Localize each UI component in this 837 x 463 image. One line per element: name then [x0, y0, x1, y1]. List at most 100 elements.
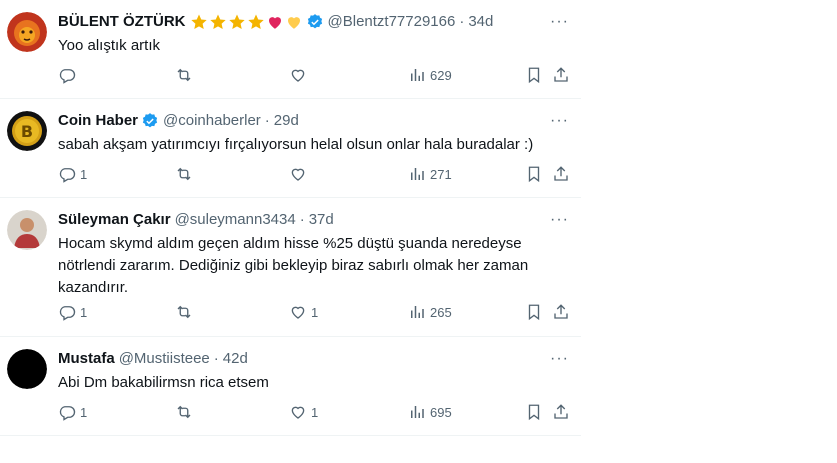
tweet-header: Mustafa @Mustiisteee · 42d ··· [58, 349, 571, 369]
reply-button[interactable] [58, 66, 80, 84]
tweet[interactable]: B Coin Haber @coinhaberler · 29d ··· sab… [0, 99, 581, 198]
tweet-text: Yoo alıştık artık [58, 37, 160, 54]
repost-icon [177, 305, 191, 319]
tweet-text: sabah akşam yatırımcıyı fırçalıyorsun he… [58, 136, 534, 153]
separator-dot: · [459, 13, 465, 30]
share-icon [554, 404, 568, 419]
reply-icon [59, 69, 76, 84]
repost-button[interactable] [175, 303, 197, 321]
svg-text:B: B [21, 122, 33, 141]
verified-badge-icon[interactable] [306, 13, 324, 31]
views-button[interactable]: 265 [408, 303, 452, 321]
repost-button[interactable] [175, 165, 197, 183]
views-button[interactable]: 695 [408, 403, 452, 421]
author-handle[interactable]: @Mustiisteee [119, 349, 210, 369]
star-icon [247, 14, 264, 30]
tweet-text: Hocam skymd aldım geçen aldım hisse %25 … [58, 235, 529, 296]
reply-count: 1 [80, 404, 88, 420]
author-name[interactable]: BÜLENT ÖZTÜRK [58, 12, 186, 32]
bookmark-button[interactable] [525, 66, 543, 84]
share-button[interactable] [552, 303, 570, 321]
tweet[interactable]: BÜLENT ÖZTÜRK @Blentzt77729166 · 34d ···… [0, 0, 581, 99]
repost-icon [177, 68, 191, 82]
like-count: 1 [311, 404, 319, 420]
bookmark-icon [528, 67, 540, 84]
reply-button[interactable]: 1 [58, 403, 87, 421]
author-handle[interactable]: @suleymann3434 [175, 210, 296, 230]
timestamp[interactable]: 29d [274, 111, 299, 131]
verified-badge-icon[interactable] [141, 112, 159, 130]
avatar[interactable]: B [7, 111, 47, 151]
star-icon [190, 14, 207, 30]
reply-button[interactable]: 1 [58, 303, 87, 321]
share-icon [554, 67, 568, 82]
timestamp[interactable]: 34d [468, 12, 493, 32]
views-icon [411, 69, 424, 81]
reply-icon [59, 306, 76, 321]
share-button[interactable] [552, 66, 570, 84]
bookmark-icon [528, 166, 540, 183]
timestamp[interactable]: 37d [309, 210, 334, 230]
heart-icon [291, 406, 305, 419]
author-name[interactable]: Coin Haber [58, 111, 138, 131]
heart-icon [291, 69, 305, 82]
tweet-actions: 1 1 265 [58, 303, 571, 323]
repost-icon [177, 167, 191, 181]
reply-feed: BÜLENT ÖZTÜRK @Blentzt77729166 · 34d ···… [0, 0, 581, 436]
bookmark-icon [528, 404, 540, 421]
bookmark-icon [528, 304, 540, 321]
reply-count: 1 [80, 166, 88, 182]
reply-count: 1 [80, 304, 88, 320]
views-icon [411, 168, 424, 180]
tweet-text: Abi Dm bakabilirmsn rica etsem [58, 374, 269, 391]
reply-button[interactable]: 1 [58, 165, 87, 183]
repost-button[interactable] [175, 66, 197, 84]
like-button[interactable]: 1 [289, 303, 318, 321]
views-icon [411, 406, 424, 418]
avatar[interactable] [7, 210, 47, 250]
name-emoji [190, 13, 303, 31]
share-icon [554, 166, 568, 181]
bookmark-button[interactable] [525, 165, 543, 183]
views-button[interactable]: 629 [408, 66, 452, 84]
tweet-actions: 1 1 695 [58, 403, 571, 423]
star-icon [228, 14, 245, 30]
tweet[interactable]: Mustafa @Mustiisteee · 42d ··· Abi Dm ba… [0, 337, 581, 436]
author-name[interactable]: Süleyman Çakır [58, 210, 171, 230]
views-button[interactable]: 271 [408, 165, 452, 183]
tweet-header: Coin Haber @coinhaberler · 29d ··· [58, 111, 571, 131]
views-icon [411, 306, 424, 318]
bookmark-button[interactable] [525, 303, 543, 321]
author-handle[interactable]: @Blentzt77729166 [328, 12, 456, 32]
more-options-icon[interactable]: ··· [550, 12, 569, 32]
author-handle[interactable]: @coinhaberler [163, 111, 261, 131]
view-count: 265 [430, 304, 452, 320]
yellow-heart-icon [287, 17, 300, 29]
view-count: 629 [430, 67, 452, 83]
separator-dot: · [264, 112, 270, 129]
more-options-icon[interactable]: ··· [550, 210, 569, 230]
timestamp[interactable]: 42d [223, 349, 248, 369]
share-button[interactable] [552, 403, 570, 421]
share-icon [554, 304, 568, 319]
author-name[interactable]: Mustafa [58, 349, 115, 369]
avatar[interactable] [7, 12, 47, 52]
like-button[interactable]: 1 [289, 403, 318, 421]
repost-icon [177, 405, 191, 419]
separator-dot: · [213, 350, 219, 367]
like-button[interactable] [289, 165, 311, 183]
share-button[interactable] [552, 165, 570, 183]
avatar[interactable] [7, 349, 47, 389]
star-icon [209, 14, 226, 30]
like-button[interactable] [289, 66, 311, 84]
bookmark-button[interactable] [525, 403, 543, 421]
more-options-icon[interactable]: ··· [550, 349, 569, 369]
tweet-actions: 629 [58, 66, 571, 86]
view-count: 695 [430, 404, 452, 420]
repost-button[interactable] [175, 403, 197, 421]
tweet[interactable]: Süleyman Çakır @suleymann3434 · 37d ··· … [0, 198, 581, 337]
more-options-icon[interactable]: ··· [550, 111, 569, 131]
reply-icon [59, 168, 76, 183]
red-heart-icon [268, 17, 281, 29]
tweet-header: BÜLENT ÖZTÜRK @Blentzt77729166 · 34d ··· [58, 12, 571, 32]
